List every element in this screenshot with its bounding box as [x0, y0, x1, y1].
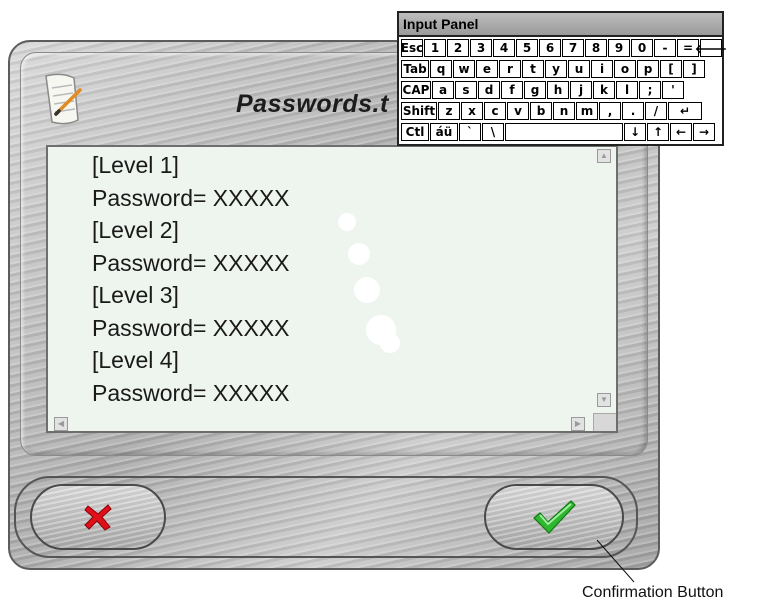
key-6[interactable]: 6 — [539, 39, 561, 57]
key-m[interactable]: m — [576, 102, 598, 120]
key-🡐[interactable]: 🡐 — [695, 39, 727, 57]
key-x[interactable]: x — [461, 102, 483, 120]
key-2[interactable]: 2 — [447, 39, 469, 57]
key-Ctl[interactable]: Ctl — [401, 123, 429, 141]
confirmation-button-callout: Confirmation Button — [582, 584, 724, 601]
key-Shift[interactable]: Shift — [401, 102, 437, 120]
key-w[interactable]: w — [453, 60, 475, 78]
green-checkmark-icon — [533, 500, 576, 534]
decor-blob — [338, 213, 356, 231]
key-←[interactable]: ← — [670, 123, 692, 141]
key-v[interactable]: v — [507, 102, 529, 120]
key-o[interactable]: o — [614, 60, 636, 78]
key-p[interactable]: p — [637, 60, 659, 78]
scroll-down-arrow-icon[interactable]: ▼ — [597, 393, 611, 407]
text-line: [Level 4] — [92, 347, 179, 373]
document-pencil-icon — [45, 73, 82, 125]
text-line: [Level 1] — [92, 152, 179, 178]
key-h[interactable]: h — [547, 81, 569, 99]
key-4[interactable]: 4 — [493, 39, 515, 57]
decor-blob — [380, 333, 400, 353]
key-z[interactable]: z — [438, 102, 460, 120]
key-áü[interactable]: áü — [430, 123, 458, 141]
key-↵[interactable]: ↵ — [668, 102, 702, 120]
scroll-right-arrow-icon[interactable]: ▶ — [571, 417, 585, 431]
text-line: Password= XXXXX — [92, 379, 290, 406]
key-j[interactable]: j — [570, 81, 592, 99]
scroll-left-arrow-icon[interactable]: ◀ — [54, 417, 68, 431]
button-bar — [14, 476, 638, 558]
scroll-up-arrow-icon[interactable]: ▲ — [597, 149, 611, 163]
key-q[interactable]: q — [430, 60, 452, 78]
text-line: Password= XXXXX — [92, 249, 290, 276]
key-][interactable]: ] — [683, 60, 705, 78]
key-CAP[interactable]: CAP — [401, 81, 431, 99]
confirm-button[interactable] — [484, 484, 624, 550]
key-t[interactable]: t — [522, 60, 544, 78]
key--[interactable]: - — [654, 39, 676, 57]
key-↑[interactable]: ↑ — [647, 123, 669, 141]
password-file-lines: [Level 1] Password= XXXXX [Level 2] Pass… — [92, 149, 290, 409]
key-`[interactable]: ` — [459, 123, 481, 141]
key-e[interactable]: e — [476, 60, 498, 78]
key-3[interactable]: 3 — [470, 39, 492, 57]
input-panel-title: Input Panel — [399, 13, 722, 37]
key-\[interactable]: \ — [482, 123, 504, 141]
scrollbar-corner — [593, 413, 616, 431]
key-7[interactable]: 7 — [562, 39, 584, 57]
key-.[interactable]: . — [622, 102, 644, 120]
key-k[interactable]: k — [593, 81, 615, 99]
text-line: Password= XXXXX — [92, 314, 290, 341]
key-d[interactable]: d — [478, 81, 500, 99]
key-u[interactable]: u — [568, 60, 590, 78]
key-[[interactable]: [ — [660, 60, 682, 78]
key-0[interactable]: 0 — [631, 39, 653, 57]
key-'[interactable]: ' — [662, 81, 684, 99]
dialog-title: Passwords.t — [236, 90, 389, 118]
text-line: [Level 2] — [92, 217, 179, 243]
key-a[interactable]: a — [432, 81, 454, 99]
key-Tab[interactable]: Tab — [401, 60, 429, 78]
cancel-button[interactable] — [30, 484, 166, 550]
key-f[interactable]: f — [501, 81, 523, 99]
password-text-area[interactable]: [Level 1] Password= XXXXX [Level 2] Pass… — [46, 145, 618, 433]
key-l[interactable]: l — [616, 81, 638, 99]
key-→[interactable]: → — [693, 123, 715, 141]
key-b[interactable]: b — [530, 102, 552, 120]
decor-blob — [354, 277, 380, 303]
input-panel: Input Panel Esc 1 2 3 4 5 6 7 8 9 0- = 🡐 Tab q w e r t y u i o… — [397, 11, 727, 146]
key-s[interactable]: s — [455, 81, 477, 99]
key-r[interactable]: r — [499, 60, 521, 78]
decor-blob — [348, 243, 370, 265]
key-5[interactable]: 5 — [516, 39, 538, 57]
key-1[interactable]: 1 — [424, 39, 446, 57]
red-x-icon — [84, 504, 112, 531]
key-g[interactable]: g — [524, 81, 546, 99]
key-n[interactable]: n — [553, 102, 575, 120]
key-8[interactable]: 8 — [585, 39, 607, 57]
key-Esc[interactable]: Esc — [401, 39, 423, 57]
key-;[interactable]: ; — [639, 81, 661, 99]
text-line: Password= XXXXX — [92, 184, 290, 211]
key-y[interactable]: y — [545, 60, 567, 78]
key-i[interactable]: i — [591, 60, 613, 78]
key-space[interactable] — [505, 123, 623, 141]
key-9[interactable]: 9 — [608, 39, 630, 57]
soft-keyboard: Esc 1 2 3 4 5 6 7 8 9 0- = 🡐 Tab q w e r t y u i o p[] CAP a s d f g h… — [399, 37, 727, 146]
text-line: [Level 3] — [92, 282, 179, 308]
key-,[interactable]: , — [599, 102, 621, 120]
key-↓[interactable]: ↓ — [624, 123, 646, 141]
key-/[interactable]: / — [645, 102, 667, 120]
key-c[interactable]: c — [484, 102, 506, 120]
